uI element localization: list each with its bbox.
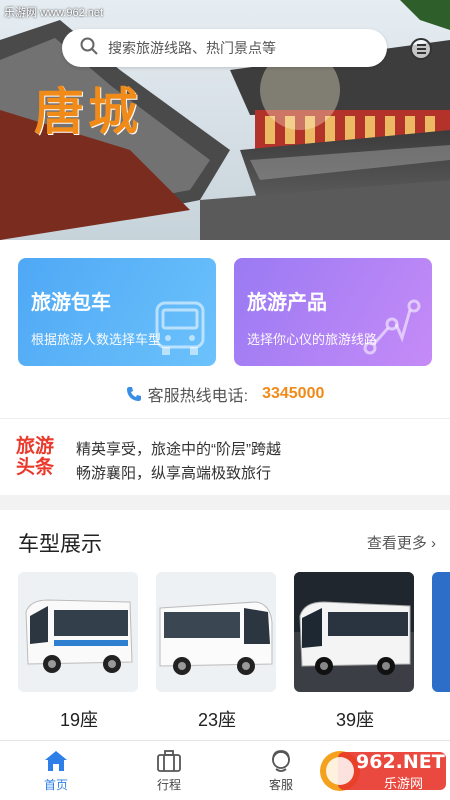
vehicle-seat-label: 19座 xyxy=(59,710,99,730)
news-logo: 旅游 头条 xyxy=(16,436,62,478)
home-icon xyxy=(45,751,67,771)
watermark-bottom: 962.NET 乐游网 xyxy=(318,748,448,794)
phone-icon xyxy=(126,387,141,401)
watermark-top: 乐游网 www.962.net xyxy=(4,7,104,19)
tab-itinerary-label: 行程 xyxy=(156,778,181,792)
suitcase-icon xyxy=(157,750,181,772)
vehicle-card[interactable] xyxy=(432,572,450,692)
product-card[interactable]: 旅游产品 选择你心仪的旅游线路 xyxy=(234,258,432,366)
bus-image xyxy=(294,572,414,692)
view-more-link[interactable]: 查看更多 › xyxy=(367,532,436,553)
vehicle-section: 车型展示 查看更多 › 19座 23座 39座 xyxy=(0,510,450,740)
news-item[interactable]: 精英享受，旅途中的“阶层”跨越 xyxy=(76,438,281,459)
tab-service[interactable]: 客服 xyxy=(241,749,321,793)
route-icon xyxy=(363,299,421,355)
hotline[interactable]: 客服热线电话: 3345000 xyxy=(0,382,450,406)
vehicle-seat-label: 23座 xyxy=(197,710,237,730)
bus-image xyxy=(18,572,138,692)
vehicle-card[interactable]: 19座 xyxy=(18,572,140,732)
bus-image xyxy=(156,572,276,692)
news-logo-line1: 旅游 xyxy=(16,435,55,457)
charter-card[interactable]: 旅游包车 根据旅游人数选择车型 xyxy=(18,258,216,366)
menu-icon[interactable] xyxy=(410,38,432,60)
bus-icon xyxy=(155,301,205,355)
main-section: 旅游包车 根据旅游人数选择车型 旅游产品 选择你心仪的旅游线路 客服热线电话: … xyxy=(0,240,450,495)
watermark-brand: 962.NET xyxy=(356,751,445,773)
vehicle-section-title: 车型展示 xyxy=(18,533,102,556)
tab-home[interactable]: 首页 xyxy=(16,749,96,793)
tab-itinerary[interactable]: 行程 xyxy=(129,749,209,793)
hotline-number[interactable]: 3345000 xyxy=(262,385,324,403)
news-logo-line2: 头条 xyxy=(16,456,55,478)
tab-service-label: 客服 xyxy=(268,778,293,792)
tab-home-label: 首页 xyxy=(43,778,68,792)
news-section[interactable]: 旅游 头条 精英享受，旅途中的“阶层”跨越 畅游襄阳，纵享高端极致旅行 xyxy=(0,430,450,490)
news-item[interactable]: 畅游襄阳，纵享高端极致旅行 xyxy=(76,462,271,483)
divider xyxy=(0,418,450,419)
vehicle-card[interactable]: 39座 xyxy=(294,572,416,732)
watermark-sub: 乐游网 xyxy=(384,776,424,791)
bus-image xyxy=(432,572,450,692)
search-icon xyxy=(80,37,98,60)
vehicle-card[interactable]: 23座 xyxy=(156,572,278,732)
vehicle-seat-label: 39座 xyxy=(335,710,375,730)
hotline-label: 客服热线电话: xyxy=(147,388,249,405)
banner-title: 唐城 xyxy=(34,82,142,141)
search-input[interactable]: 搜索旅游线路、热门景点等 xyxy=(108,38,276,58)
service-icon xyxy=(272,750,290,772)
search-bar[interactable]: 搜索旅游线路、热门景点等 xyxy=(62,29,387,67)
